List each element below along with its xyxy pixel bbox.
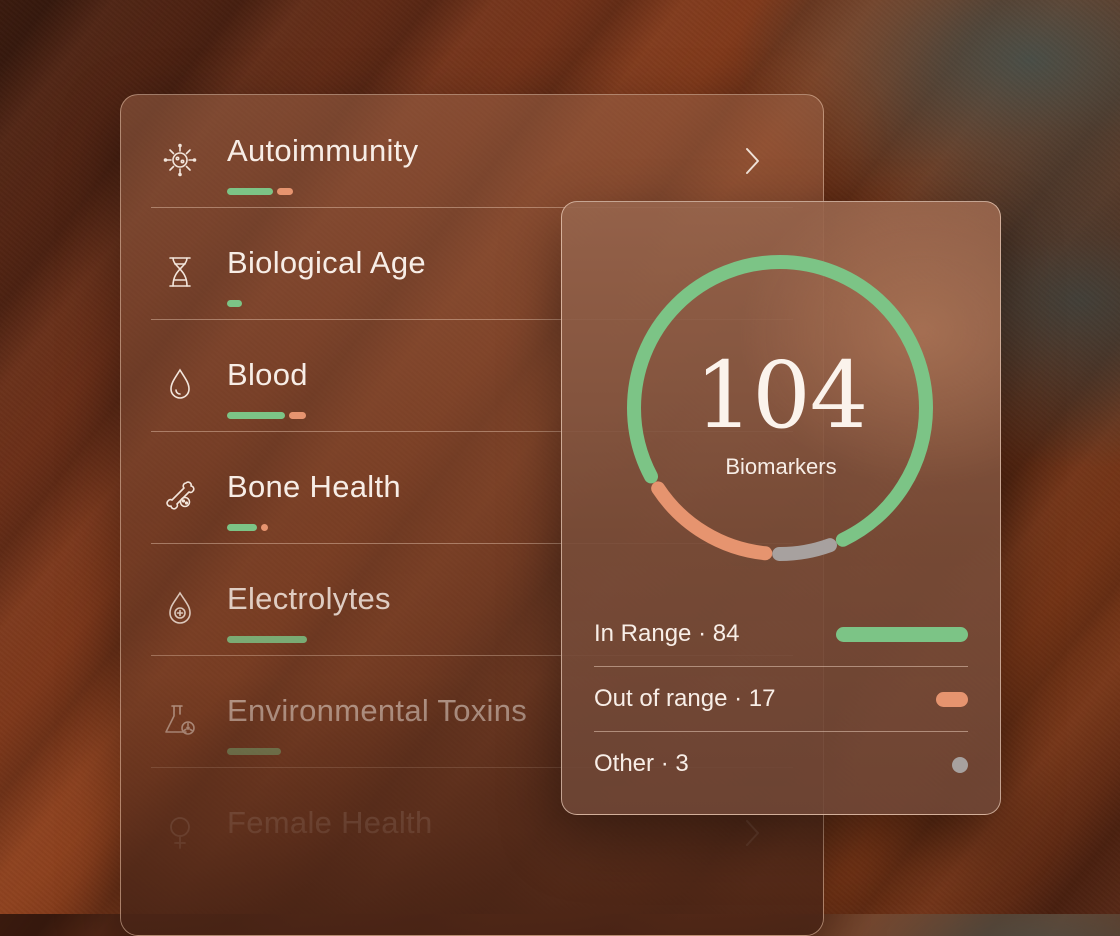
category-status-bars [227,188,293,196]
in-range-bar [227,636,307,643]
legend-dot-other [952,757,968,773]
in-range-bar [227,188,273,195]
droplet-icon [161,365,199,403]
legend-label: Out of range · 17 [594,685,776,712]
category-status-bars [227,300,242,308]
hourglass-dna-icon [161,253,199,291]
legend-in-range: In Range · 84 [594,602,968,667]
legend-out-of-range: Out of range · 17 [594,667,968,732]
out-of-range-bar [261,524,268,531]
droplet-plus-icon [161,589,199,627]
in-range-bar [227,412,285,419]
category-label: Blood [227,357,308,392]
legend-bar-in-range [836,627,968,642]
legend-other: Other · 3 [594,732,968,796]
category-label: Electrolytes [227,581,391,616]
legend-label: Other · 3 [594,750,689,777]
sun-virus-icon [161,141,199,179]
flask-hazard-icon [161,701,199,739]
category-label: Bone Health [227,469,401,504]
category-label: Environmental Toxins [227,693,528,728]
category-row-autoimmunity[interactable]: Autoimmunity [151,95,793,208]
biomarker-summary-card: 104 Biomarkers In Range · 84 Out of rang… [561,201,1001,815]
category-status-bars [227,412,306,420]
out-of-range-bar [277,188,293,195]
female-symbol-icon [161,813,199,851]
in-range-bar [227,524,257,531]
chevron-right-icon[interactable] [741,143,763,179]
category-label: Female Health [227,805,433,840]
biomarker-total-label: Biomarkers [725,454,837,479]
out-of-range-bar [289,412,306,419]
category-label: Autoimmunity [227,133,419,168]
in-range-bar [227,300,242,307]
category-status-bars [227,748,281,756]
in-range-bar [227,748,281,755]
category-status-bars [227,636,307,644]
legend-label: In Range · 84 [594,620,740,647]
category-status-bars [227,524,268,532]
category-label: Biological Age [227,245,426,280]
biomarker-total: 104 [694,342,869,449]
chevron-right-icon[interactable] [741,815,763,851]
bone-icon [161,477,199,515]
legend-bar-out-of-range [936,692,968,707]
